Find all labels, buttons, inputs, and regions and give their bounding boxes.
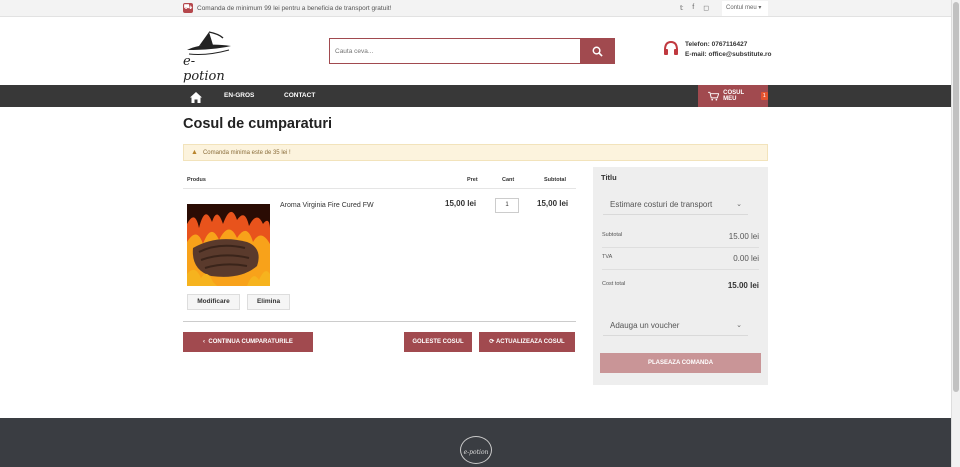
site-footer: e-potion xyxy=(0,418,951,467)
shipping-estimate-select[interactable]: Estimare costuri de transport ⌄ xyxy=(603,195,748,215)
truck-icon: ⛟ xyxy=(183,3,193,13)
total-label: Cost total xyxy=(602,281,626,287)
actions-divider xyxy=(183,321,576,322)
site-logo[interactable]: e-potion xyxy=(183,28,235,84)
continue-shopping-button[interactable]: ‹ CONTINUA CUMPARATURILE xyxy=(183,332,313,352)
order-summary: Titlu Estimare costuri de transport ⌄ Su… xyxy=(593,167,768,385)
account-dropdown[interactable]: Contul meu ▾ xyxy=(722,1,768,16)
search-input[interactable] xyxy=(330,39,580,63)
social-links: 𝕥 f ◻ xyxy=(680,4,709,12)
contact-info: Telefon: 0767116427 E-mail: office@subst… xyxy=(662,40,772,60)
headset-icon xyxy=(662,40,680,58)
subtotal-value: 15.00 lei xyxy=(728,232,759,241)
instagram-icon[interactable]: ◻ xyxy=(703,4,709,12)
header-divider xyxy=(183,188,576,189)
refresh-icon: ⟳ xyxy=(489,339,496,345)
free-shipping-promo: ⛟ Comanda de minimum 99 lei pentru a ben… xyxy=(183,3,391,13)
phone-number: Telefon: 0767116427 xyxy=(685,41,748,48)
footer-logo-text: e-potion xyxy=(463,449,489,456)
voucher-select[interactable]: Adauga un voucher ⌄ xyxy=(603,316,748,336)
search-button[interactable] xyxy=(580,39,614,63)
home-icon[interactable] xyxy=(190,90,202,108)
total-value: 15.00 lei xyxy=(727,281,759,290)
email-address: E-mail: office@substitute.ro xyxy=(685,51,772,58)
summary-divider xyxy=(602,269,759,270)
page-scrollbar[interactable] xyxy=(951,0,960,467)
empty-cart-button[interactable]: GOLESTE COSUL xyxy=(404,332,472,352)
column-header-price: Pret xyxy=(467,177,478,183)
shipping-estimate-label: Estimare costuri de transport xyxy=(610,200,713,209)
summary-title: Titlu xyxy=(601,173,617,182)
product-subtotal: 15,00 lei xyxy=(537,199,569,208)
facebook-icon[interactable]: f xyxy=(692,4,694,12)
remove-button[interactable]: Elimina xyxy=(247,294,290,310)
cart-count-badge: 1 xyxy=(760,92,768,100)
main-nav: EN-GROS CONTACT COSUL MEU 1 xyxy=(0,85,951,107)
vat-value: 0.00 lei xyxy=(733,254,759,263)
twitter-icon[interactable]: 𝕥 xyxy=(680,4,683,12)
chevron-down-icon: ▾ xyxy=(758,5,762,11)
voucher-label: Adauga un voucher xyxy=(610,321,680,330)
alert-text: Comanda minima este de 35 lei ! xyxy=(202,149,291,156)
column-header-product: Produs xyxy=(187,177,206,183)
search-box xyxy=(329,38,615,64)
nav-item-en-gros[interactable]: EN-GROS xyxy=(224,92,254,99)
chevron-down-icon: ⌄ xyxy=(736,201,742,208)
minimum-order-alert: ▲ Comanda minima este de 35 lei ! xyxy=(183,144,768,161)
product-name[interactable]: Aroma Virginia Fire Cured FW xyxy=(280,202,374,209)
column-header-subtotal: Subtotal xyxy=(544,177,566,183)
nav-item-contact[interactable]: CONTACT xyxy=(284,92,315,99)
product-image[interactable] xyxy=(187,204,270,286)
cart-icon xyxy=(708,91,720,101)
quantity-input[interactable]: 1 xyxy=(495,198,519,213)
vat-row: TVA 0.00 lei xyxy=(602,254,759,263)
scrollbar-thumb[interactable] xyxy=(953,2,959,392)
chevron-down-icon: ⌄ xyxy=(736,322,742,329)
subtotal-row: Subtotal 15.00 lei xyxy=(602,232,759,241)
summary-divider xyxy=(602,247,759,248)
logo-text: e-potion xyxy=(183,54,225,84)
vat-label: TVA xyxy=(602,254,613,260)
continue-shopping-label: CONTINUA CUMPARATURILE xyxy=(208,339,293,345)
my-cart-button[interactable]: COSUL MEU 1 xyxy=(698,85,768,107)
account-label: Contul meu xyxy=(726,5,757,11)
promo-text: Comanda de minimum 99 lei pentru a benef… xyxy=(197,4,392,12)
subtotal-label: Subtotal xyxy=(602,232,623,238)
update-cart-label: ACTUALIZEAZA COSUL xyxy=(495,339,565,345)
footer-logo[interactable]: e-potion xyxy=(460,436,492,464)
search-icon xyxy=(592,46,603,57)
total-row: Cost total 15.00 lei xyxy=(602,281,759,290)
product-price: 15,00 lei xyxy=(445,199,477,208)
place-order-button[interactable]: PLASEAZA COMANDA xyxy=(600,353,761,373)
cart-label: COSUL MEU xyxy=(723,90,745,102)
column-header-qty: Cant xyxy=(502,177,515,183)
page-title: Cosul de cumparaturi xyxy=(183,116,333,132)
warning-icon: ▲ xyxy=(191,149,198,156)
modify-button[interactable]: Modificare xyxy=(187,294,240,310)
update-cart-button[interactable]: ⟳ ACTUALIZEAZA COSUL xyxy=(479,332,575,352)
top-bar: ⛟ Comanda de minimum 99 lei pentru a ben… xyxy=(0,0,951,17)
